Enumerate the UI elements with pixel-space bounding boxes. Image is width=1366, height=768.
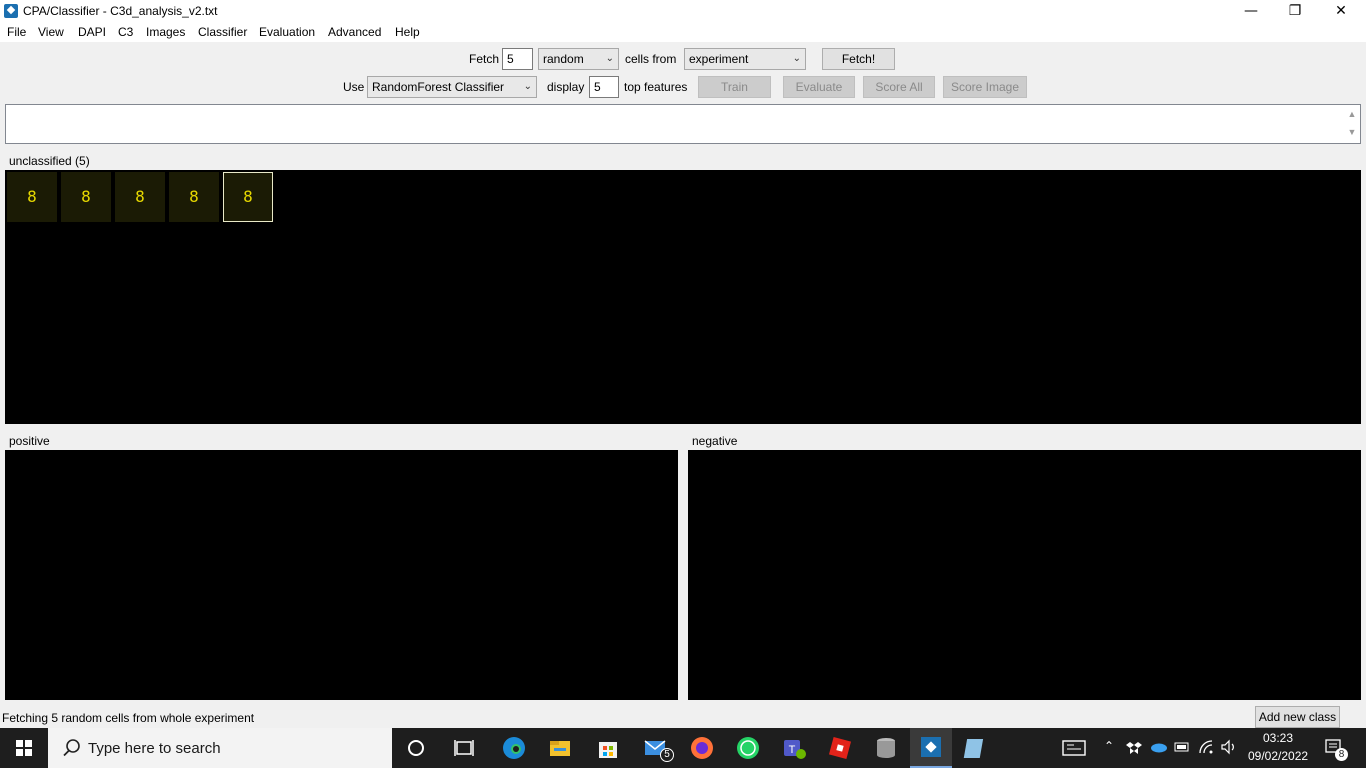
add-new-class-button[interactable]: Add new class [1255,706,1340,728]
windows-icon [16,740,32,756]
status-bar: Fetching 5 random cells from whole exper… [0,707,1366,728]
positive-bin-label: positive [9,434,50,448]
cell-tile[interactable]: 8 [115,172,165,222]
fetch-source-value: experiment [689,52,749,66]
cells-from-label: cells from [625,52,677,66]
title-bar: CPA/Classifier - C3d_analysis_v2.txt — ❐… [0,0,1366,22]
search-icon [63,739,80,757]
menu-advanced[interactable]: Advanced [328,25,381,39]
fetch-source-select[interactable]: experiment ⌄ [684,48,806,70]
top-features-input[interactable]: 5 [589,76,619,98]
volume-icon[interactable] [1220,739,1238,755]
train-button[interactable]: Train [698,76,771,98]
store-icon[interactable] [594,734,622,762]
score-all-button[interactable]: Score All [863,76,935,98]
notepad-icon[interactable] [962,734,990,762]
unclassified-bin-label: unclassified (5) [9,154,90,168]
menu-images[interactable]: Images [146,25,185,39]
menu-evaluation[interactable]: Evaluation [259,25,315,39]
taskbar: Type here to search 5 T ⌃ 03:23 09/02/20… [0,728,1366,768]
teams-icon[interactable]: T [780,734,808,762]
tray-expand-icon[interactable]: ⌃ [1104,739,1114,753]
chevron-down-icon: ⌄ [605,53,614,64]
scroll-up-icon[interactable]: ▲ [1344,105,1360,123]
menu-dapi[interactable]: DAPI [78,25,106,39]
menu-file[interactable]: File [7,25,26,39]
fetch-button[interactable]: Fetch! [822,48,895,70]
chevron-down-icon: ⌄ [523,81,532,92]
use-label: Use [343,80,365,94]
cell-tile[interactable]: 8 [7,172,57,222]
menu-view[interactable]: View [38,25,64,39]
start-button[interactable] [0,728,48,768]
fetch-count-input[interactable]: 5 [502,48,533,70]
score-image-button[interactable]: Score Image [943,76,1027,98]
whatsapp-icon[interactable] [734,734,762,762]
menu-c3[interactable]: C3 [118,25,133,39]
svg-text:T: T [789,744,796,756]
news-icon[interactable] [1062,740,1086,756]
edge-icon[interactable] [500,734,528,762]
dropbox-icon[interactable] [1126,740,1142,756]
classifier-value: RandomForest Classifier [372,80,505,94]
maximize-button[interactable]: ❐ [1272,0,1318,22]
menu-help[interactable]: Help [395,25,420,39]
log-textarea[interactable]: ▲ ▼ [5,104,1361,144]
mail-badge: 5 [660,748,674,762]
window-title: CPA/Classifier - C3d_analysis_v2.txt [23,4,218,18]
notification-badge: 8 [1335,748,1348,761]
search-placeholder: Type here to search [88,740,221,757]
top-features-label: top features [624,80,688,94]
menu-bar: File View DAPI C3 Images Classifier Eval… [0,22,1366,42]
cell-tile[interactable]: 8 [61,172,111,222]
onedrive-icon[interactable] [1150,741,1168,753]
app-icon [4,4,18,18]
clock-time[interactable]: 03:23 [1262,731,1294,745]
file-explorer-icon[interactable] [546,734,574,762]
firefox-icon[interactable] [688,734,716,762]
display-label: display [547,80,585,94]
log-scrollbar[interactable]: ▲ ▼ [1344,105,1360,143]
chevron-down-icon: ⌄ [792,53,801,64]
negative-bin[interactable] [688,450,1361,700]
database-icon[interactable] [872,734,900,762]
fetch-mode-value: random [543,52,584,66]
minimize-button[interactable]: — [1228,0,1274,22]
menu-classifier[interactable]: Classifier [198,25,247,39]
task-view-icon[interactable] [450,734,478,762]
evaluate-button[interactable]: Evaluate [783,76,855,98]
unclassified-bin[interactable]: 8 8 8 8 8 [5,170,1361,424]
negative-bin-label: negative [692,434,738,448]
fetch-mode-select[interactable]: random ⌄ [538,48,619,70]
roblox-icon[interactable] [826,734,854,762]
battery-icon[interactable] [1174,740,1190,754]
cpa-app-icon [921,737,941,757]
taskbar-active-app[interactable] [910,728,952,768]
wifi-icon[interactable] [1198,739,1214,755]
cell-tile[interactable]: 8 [169,172,219,222]
clock-date[interactable]: 09/02/2022 [1248,749,1308,763]
fetch-label: Fetch [469,52,500,66]
close-button[interactable]: ✕ [1318,0,1364,22]
scroll-down-icon[interactable]: ▼ [1344,123,1360,141]
status-text: Fetching 5 random cells from whole exper… [2,711,255,725]
cortana-icon[interactable] [402,734,430,762]
cell-tile-selected[interactable]: 8 [223,172,273,222]
classifier-select[interactable]: RandomForest Classifier ⌄ [367,76,537,98]
taskbar-search[interactable]: Type here to search [48,728,392,768]
positive-bin[interactable] [5,450,678,700]
